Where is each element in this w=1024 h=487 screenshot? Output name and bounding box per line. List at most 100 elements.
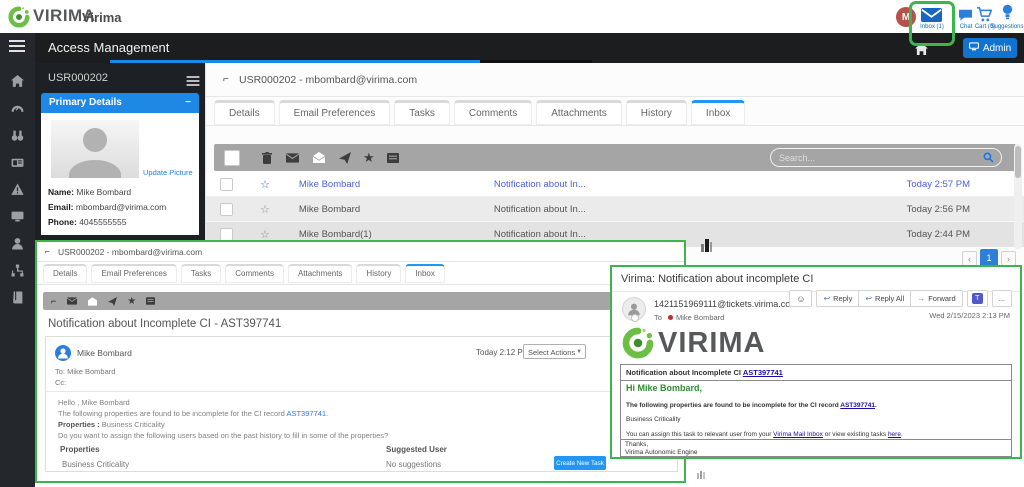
- tab-comments[interactable]: Comments: [454, 100, 532, 125]
- mail-subject: Notification about In...: [494, 229, 764, 240]
- row-checkbox[interactable]: [220, 203, 233, 216]
- email-body-box: Notification about Incomplete CI AST3977…: [620, 364, 1012, 440]
- smiley-button[interactable]: ☺: [789, 290, 812, 307]
- tab-attachments[interactable]: Attachments: [288, 264, 352, 283]
- logo-text: VIRIMA: [658, 327, 766, 360]
- panel-menu-icon[interactable]: [187, 76, 200, 86]
- tab-email-preferences[interactable]: Email Preferences: [279, 100, 391, 125]
- search-icon[interactable]: [983, 152, 994, 163]
- update-picture-link[interactable]: Update Picture: [143, 168, 193, 177]
- screen-artifact: [701, 238, 712, 252]
- mail-time: Today 2:57 PM: [907, 179, 970, 190]
- sidebar-docs-icon[interactable]: [11, 291, 24, 304]
- menu-hamburger-icon[interactable]: [9, 40, 25, 52]
- inbox-highlight-box: [909, 1, 955, 46]
- lightbulb-icon[interactable]: [1002, 4, 1013, 26]
- star-outline-icon[interactable]: ☆: [260, 178, 270, 191]
- collapse-icon[interactable]: −: [185, 93, 191, 113]
- assign-suffix: .: [901, 431, 903, 438]
- search-input[interactable]: [771, 153, 983, 163]
- sidebar-user-icon[interactable]: [11, 237, 24, 250]
- tab-inbox[interactable]: Inbox: [691, 100, 745, 125]
- scrollbar-thumb[interactable]: [1015, 146, 1021, 178]
- reply-all-button[interactable]: ↩Reply All: [859, 290, 911, 307]
- phone-line: Phone: 4045555555: [48, 217, 126, 227]
- tab-history[interactable]: History: [356, 264, 401, 283]
- reply-button[interactable]: ↩Reply: [816, 290, 859, 307]
- tab-inbox[interactable]: Inbox: [405, 264, 445, 283]
- virima-mail-inbox-link[interactable]: Virima Mail Inbox: [773, 431, 823, 438]
- reply-all-label: Reply All: [875, 294, 904, 303]
- to-recipient[interactable]: Mike Bombard: [676, 313, 724, 322]
- tab-tasks[interactable]: Tasks: [394, 100, 450, 125]
- body-line-1: The following properties are found to be…: [626, 402, 877, 409]
- line1-suffix: .: [326, 409, 328, 418]
- sidebar-home-icon[interactable]: [11, 75, 24, 88]
- mail-row[interactable]: ☆ Mike Bombard Notification about In... …: [206, 197, 1024, 222]
- send-icon[interactable]: [339, 152, 351, 164]
- teams-button[interactable]: T: [967, 290, 988, 307]
- sidebar-discovery-icon[interactable]: [11, 129, 24, 142]
- presence-dot-icon: [668, 315, 673, 320]
- assign-mid-text: or view existing tasks: [823, 431, 888, 438]
- collapse-arrow-icon[interactable]: ⌐: [45, 247, 50, 256]
- line1-text: The following properties are found to be…: [58, 409, 286, 418]
- ci-record-link[interactable]: AST397741: [840, 402, 875, 409]
- nav-suggestions-label[interactable]: Suggestions: [990, 24, 1024, 30]
- subject-text: Notification about Incomplete CI: [626, 368, 743, 377]
- send-icon[interactable]: [108, 297, 117, 306]
- tab-comments[interactable]: Comments: [225, 264, 284, 283]
- name-label: Name:: [48, 187, 74, 197]
- create-new-task-button[interactable]: Create New Task: [554, 456, 606, 470]
- tab-history[interactable]: History: [626, 100, 687, 125]
- star-icon[interactable]: ★: [363, 150, 375, 166]
- sidebar-dashboard-icon[interactable]: [11, 102, 24, 115]
- primary-details-card: Update Picture Name: Mike Bombard Email:…: [41, 113, 199, 235]
- mail-subject: Notification about In...: [494, 179, 764, 190]
- body-assign-line: You can assign this task to relevant use…: [626, 431, 903, 438]
- search-box: [770, 148, 1002, 167]
- mail-row[interactable]: ☆ Mike Bombard Notification about In... …: [206, 172, 1024, 197]
- admin-button[interactable]: Admin: [963, 38, 1017, 58]
- star-outline-icon[interactable]: ☆: [260, 203, 270, 216]
- sidebar-alerts-icon[interactable]: [11, 183, 24, 196]
- sidebar-news-icon[interactable]: [11, 156, 24, 169]
- envelope-open-icon[interactable]: [88, 297, 97, 306]
- back-arrow-icon[interactable]: ⌐: [51, 296, 56, 306]
- pagination-next-button[interactable]: ›: [1001, 251, 1016, 266]
- sidebar-network-icon[interactable]: [11, 264, 24, 277]
- existing-tasks-link[interactable]: here: [888, 431, 901, 438]
- select-actions-dropdown[interactable]: Select Actions ▼: [523, 344, 586, 359]
- envelope-open-icon[interactable]: [313, 152, 325, 163]
- row-checkbox[interactable]: [220, 178, 233, 191]
- virima-logo-icon: [8, 6, 30, 28]
- archive-icon[interactable]: [387, 153, 399, 163]
- tab-tasks[interactable]: Tasks: [181, 264, 221, 283]
- more-button[interactable]: ...: [992, 290, 1012, 307]
- select-all-checkbox[interactable]: [224, 150, 240, 166]
- trash-icon[interactable]: [262, 152, 272, 164]
- ci-record-link[interactable]: AST397741: [286, 409, 326, 418]
- primary-details-header[interactable]: Primary Details −: [41, 93, 199, 113]
- sidebar-devices-icon[interactable]: [11, 210, 24, 223]
- email-question-line: Do you want to assign the following user…: [58, 431, 388, 440]
- forward-button[interactable]: →Forward: [911, 290, 963, 307]
- tab-email-preferences[interactable]: Email Preferences: [91, 264, 176, 283]
- envelope-icon[interactable]: [286, 153, 299, 163]
- archive-icon[interactable]: [146, 297, 155, 305]
- star-icon[interactable]: ★: [127, 296, 136, 307]
- tab-attachments[interactable]: Attachments: [536, 100, 622, 125]
- name-line: Name: Mike Bombard: [48, 187, 131, 197]
- email-card: Mike Bombard Today 2:12 PM Select Action…: [45, 336, 678, 472]
- pagination-prev-button[interactable]: ‹: [962, 251, 977, 266]
- chevron-down-icon: ▼: [576, 345, 582, 360]
- tab-details[interactable]: Details: [214, 100, 275, 125]
- tab-details[interactable]: Details: [43, 264, 87, 283]
- properties-value: Business Criticality: [100, 420, 165, 429]
- collapse-arrow-icon[interactable]: ⌐: [223, 74, 229, 85]
- envelope-icon[interactable]: [67, 297, 77, 305]
- reply-label: Reply: [833, 294, 852, 303]
- email-line-1: The following properties are found to be…: [58, 409, 328, 418]
- ci-record-link[interactable]: AST397741: [743, 368, 783, 377]
- mail-toolbar: ★: [214, 144, 1016, 171]
